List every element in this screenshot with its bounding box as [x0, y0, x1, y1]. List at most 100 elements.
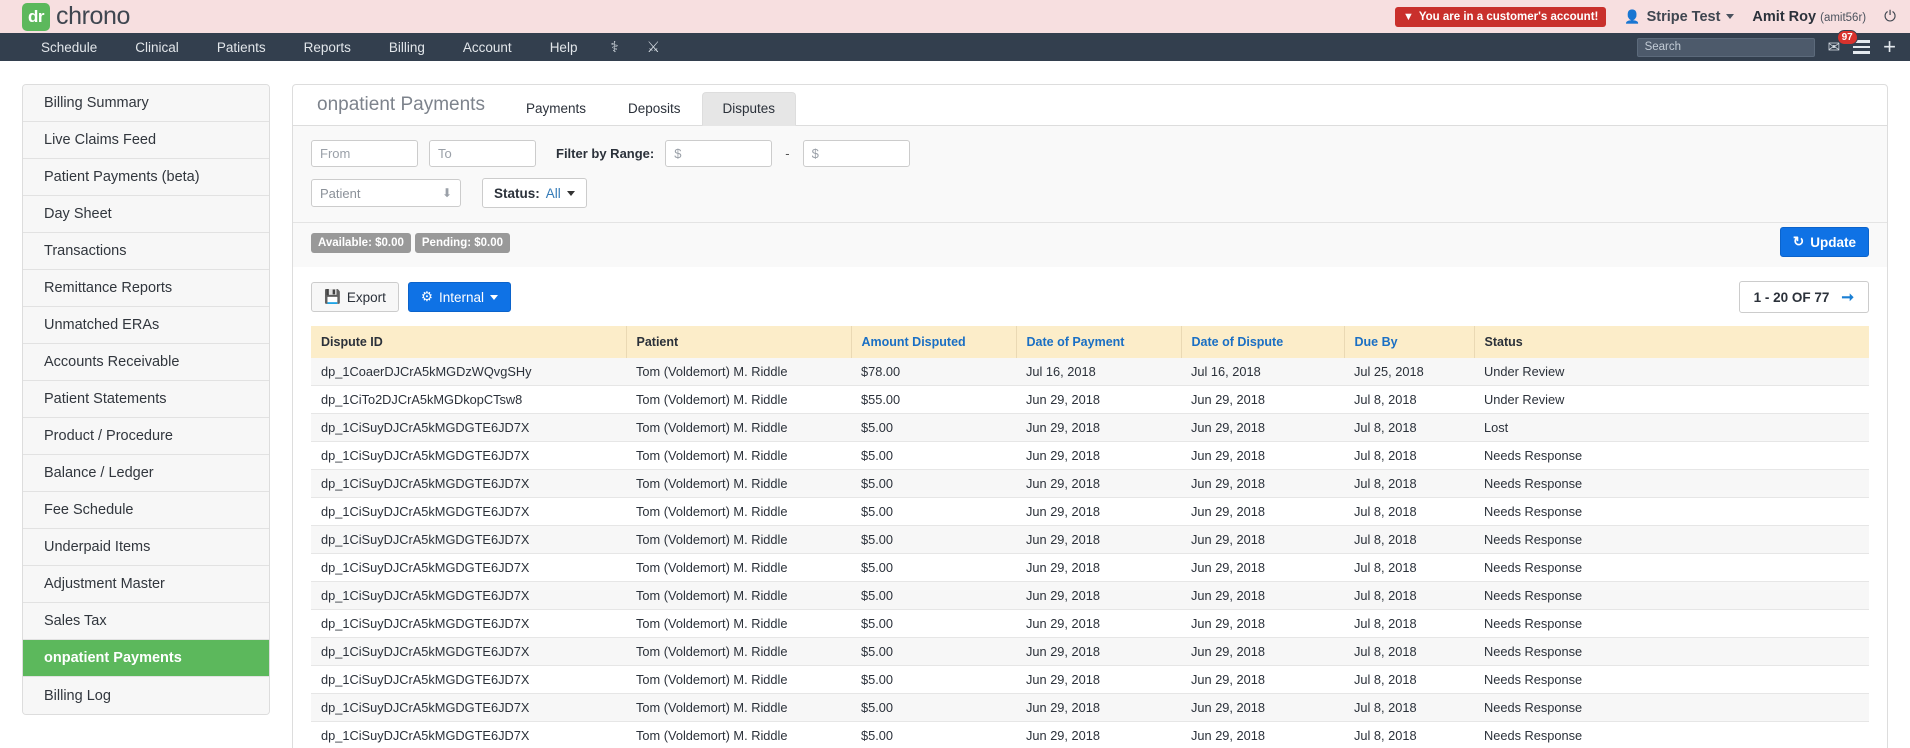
nav-item-account[interactable]: Account — [444, 33, 531, 61]
cell-dispute-id[interactable]: dp_1CiSuyDJCrA5kMGDGTE6JD7X — [311, 665, 626, 694]
search-input[interactable] — [1636, 37, 1815, 57]
nav-item-reports[interactable]: Reports — [285, 33, 370, 61]
column-header-date-of-dispute[interactable]: Date of Dispute — [1181, 326, 1345, 358]
cell-patient[interactable]: Tom (Voldemort) M. Riddle — [626, 609, 851, 638]
sidebar-item-onpatient-payments[interactable]: onpatient Payments — [23, 640, 269, 677]
crossed-swords-icon[interactable]: ⚔ — [633, 33, 674, 61]
table-row[interactable]: dp_1CiSuyDJCrA5kMGDGTE6JD7X Tom (Voldemor… — [311, 609, 1869, 638]
sidebar-item-sales-tax[interactable]: Sales Tax — [23, 603, 269, 640]
nav-item-patients[interactable]: Patients — [198, 33, 285, 61]
nav-item-billing[interactable]: Billing — [370, 33, 444, 61]
sidebar-item-billing-summary[interactable]: Billing Summary — [23, 85, 269, 122]
sidebar-item-remittance-reports[interactable]: Remittance Reports — [23, 270, 269, 307]
cell-patient[interactable]: Tom (Voldemort) M. Riddle — [626, 441, 851, 470]
table-row[interactable]: dp_1CiSuyDJCrA5kMGDGTE6JD7X Tom (Voldemor… — [311, 721, 1869, 748]
tab-payments[interactable]: Payments — [505, 92, 607, 126]
cell-dispute-id[interactable]: dp_1CiSuyDJCrA5kMGDGTE6JD7X — [311, 413, 626, 442]
sidebar-item-live-claims-feed[interactable]: Live Claims Feed — [23, 122, 269, 159]
cell-dispute-id[interactable]: dp_1CiSuyDJCrA5kMGDGTE6JD7X — [311, 441, 626, 470]
cell-dispute-id[interactable]: dp_1CoaerDJCrA5kMGDzWQvgSHy — [311, 358, 626, 386]
cell-dispute-id[interactable]: dp_1CiSuyDJCrA5kMGDGTE6JD7X — [311, 469, 626, 498]
cell-patient[interactable]: Tom (Voldemort) M. Riddle — [626, 637, 851, 666]
cell-dispute-id[interactable]: dp_1CiSuyDJCrA5kMGDGTE6JD7X — [311, 497, 626, 526]
sidebar-item-product-procedure[interactable]: Product / Procedure — [23, 418, 269, 455]
cell-patient[interactable]: Tom (Voldemort) M. Riddle — [626, 581, 851, 610]
pagination-control[interactable]: 1 - 20 OF 77 ➞ — [1738, 281, 1869, 313]
sidebar-item-billing-log[interactable]: Billing Log — [23, 677, 269, 714]
caduceus-icon[interactable]: ⚕ — [596, 33, 632, 61]
cell-dispute-id[interactable]: dp_1CiSuyDJCrA5kMGDGTE6JD7X — [311, 553, 626, 582]
sidebar-item-balance-ledger[interactable]: Balance / Ledger — [23, 455, 269, 492]
sidebar-item-accounts-receivable[interactable]: Accounts Receivable — [23, 344, 269, 381]
cell-dispute-id[interactable]: dp_1CiSuyDJCrA5kMGDGTE6JD7X — [311, 581, 626, 610]
messages-button[interactable]: ✉ 97 — [1828, 30, 1858, 56]
table-row[interactable]: dp_1CiSuyDJCrA5kMGDGTE6JD7X Tom (Voldemor… — [311, 553, 1869, 582]
cell-patient[interactable]: Tom (Voldemort) M. Riddle — [626, 413, 851, 442]
column-header-due-by[interactable]: Due By — [1344, 326, 1475, 358]
column-header-amount-disputed[interactable]: Amount Disputed — [851, 326, 1017, 358]
brand-logo[interactable]: dr chrono — [22, 2, 130, 31]
column-header-date-of-payment[interactable]: Date of Payment — [1016, 326, 1182, 358]
table-row[interactable]: dp_1CiTo2DJCrA5kMGDkopCTsw8 Tom (Voldemor… — [311, 385, 1869, 414]
cell-dispute-id[interactable]: dp_1CiSuyDJCrA5kMGDGTE6JD7X — [311, 525, 626, 554]
cell-dispute-id[interactable]: dp_1CiSuyDJCrA5kMGDGTE6JD7X — [311, 721, 626, 748]
cell-dispute-id[interactable]: dp_1CiTo2DJCrA5kMGDkopCTsw8 — [311, 385, 626, 414]
account-switcher[interactable]: 👤 Stripe Test — [1624, 9, 1735, 25]
power-icon[interactable]: ⏻ — [1884, 8, 1896, 25]
amount-min-input[interactable] — [665, 140, 773, 167]
message-count-badge: 97 — [1836, 30, 1858, 45]
sidebar-item-day-sheet[interactable]: Day Sheet — [23, 196, 269, 233]
cell-patient[interactable]: Tom (Voldemort) M. Riddle — [626, 693, 851, 722]
table-row[interactable]: dp_1CiSuyDJCrA5kMGDGTE6JD7X Tom (Voldemor… — [311, 637, 1869, 666]
status-dropdown[interactable]: Status: All — [482, 178, 587, 208]
cell-patient[interactable]: Tom (Voldemort) M. Riddle — [626, 385, 851, 414]
nav-item-schedule[interactable]: Schedule — [22, 33, 116, 61]
sidebar-item-patient-payments-beta[interactable]: Patient Payments (beta) — [23, 159, 269, 196]
date-to-input[interactable] — [429, 140, 536, 167]
column-header-status[interactable]: Status — [1474, 326, 1869, 358]
nav-item-help[interactable]: Help — [531, 33, 597, 61]
amount-max-input[interactable] — [802, 140, 910, 167]
cell-date-of-dispute: Jun 29, 2018 — [1181, 413, 1344, 442]
table-row[interactable]: dp_1CiSuyDJCrA5kMGDGTE6JD7X Tom (Voldemor… — [311, 693, 1869, 722]
table-row[interactable]: dp_1CiSuyDJCrA5kMGDGTE6JD7X Tom (Voldemor… — [311, 581, 1869, 610]
cell-dispute-id[interactable]: dp_1CiSuyDJCrA5kMGDGTE6JD7X — [311, 693, 626, 722]
cell-patient[interactable]: Tom (Voldemort) M. Riddle — [626, 553, 851, 582]
table-row[interactable]: dp_1CiSuyDJCrA5kMGDGTE6JD7X Tom (Voldemor… — [311, 665, 1869, 694]
export-button[interactable]: 💾 Export — [311, 282, 399, 312]
sidebar-item-unmatched-eras[interactable]: Unmatched ERAs — [23, 307, 269, 344]
table-row[interactable]: dp_1CiSuyDJCrA5kMGDGTE6JD7X Tom (Voldemor… — [311, 469, 1869, 498]
table-row[interactable]: dp_1CoaerDJCrA5kMGDzWQvgSHy Tom (Voldemor… — [311, 358, 1869, 386]
cell-patient[interactable]: Tom (Voldemort) M. Riddle — [626, 358, 851, 386]
table-row[interactable]: dp_1CiSuyDJCrA5kMGDGTE6JD7X Tom (Voldemor… — [311, 413, 1869, 442]
current-user[interactable]: Amit Roy (amit56r) — [1752, 9, 1866, 25]
cell-patient[interactable]: Tom (Voldemort) M. Riddle — [626, 665, 851, 694]
nav-item-clinical[interactable]: Clinical — [116, 33, 198, 61]
column-header-dispute-id[interactable]: Dispute ID — [311, 326, 627, 358]
table-row[interactable]: dp_1CiSuyDJCrA5kMGDGTE6JD7X Tom (Voldemor… — [311, 497, 1869, 526]
plus-icon[interactable]: + — [1883, 36, 1896, 58]
cell-dispute-id[interactable]: dp_1CiSuyDJCrA5kMGDGTE6JD7X — [311, 609, 626, 638]
update-button[interactable]: ↻ Update — [1779, 227, 1869, 257]
date-from-input[interactable] — [311, 140, 418, 167]
tab-disputes[interactable]: Disputes — [701, 92, 797, 126]
column-header-patient[interactable]: Patient — [626, 326, 852, 358]
sidebar-item-fee-schedule[interactable]: Fee Schedule — [23, 492, 269, 529]
sidebar-item-patient-statements[interactable]: Patient Statements — [23, 381, 269, 418]
cell-date-of-payment: Jun 29, 2018 — [1016, 721, 1181, 748]
table-row[interactable]: dp_1CiSuyDJCrA5kMGDGTE6JD7X Tom (Voldemor… — [311, 441, 1869, 470]
cell-patient[interactable]: Tom (Voldemort) M. Riddle — [626, 525, 851, 554]
patient-select[interactable]: Patient ⬇ — [311, 179, 461, 207]
table-row[interactable]: dp_1CiSuyDJCrA5kMGDGTE6JD7X Tom (Voldemor… — [311, 525, 1869, 554]
cell-patient[interactable]: Tom (Voldemort) M. Riddle — [626, 469, 851, 498]
arrow-right-icon[interactable]: ➞ — [1841, 288, 1854, 306]
internal-dropdown-button[interactable]: ⚙ Internal — [407, 282, 511, 312]
cell-dispute-id[interactable]: dp_1CiSuyDJCrA5kMGDGTE6JD7X — [311, 637, 626, 666]
tab-deposits[interactable]: Deposits — [607, 92, 702, 126]
cell-patient[interactable]: Tom (Voldemort) M. Riddle — [626, 721, 851, 748]
sidebar-item-underpaid-items[interactable]: Underpaid Items — [23, 529, 269, 566]
cell-patient[interactable]: Tom (Voldemort) M. Riddle — [626, 497, 851, 526]
sidebar-item-adjustment-master[interactable]: Adjustment Master — [23, 566, 269, 603]
sidebar-item-transactions[interactable]: Transactions — [23, 233, 269, 270]
cell-amount-disputed: $5.00 — [851, 553, 1016, 582]
